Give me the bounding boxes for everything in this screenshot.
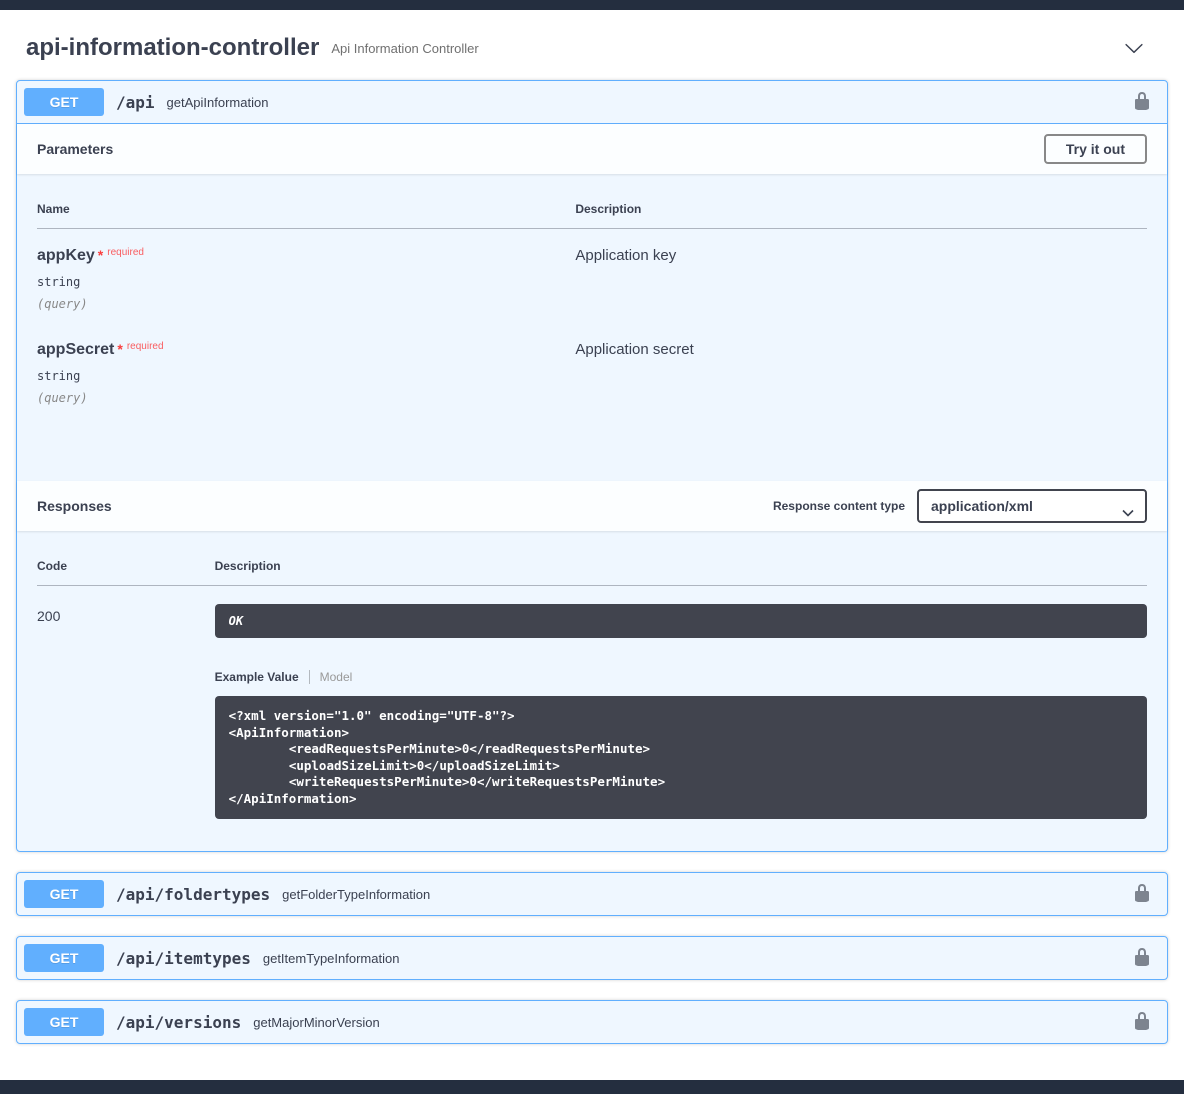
tag-subtitle: Api Information Controller [331,41,478,56]
auth-lock-button[interactable] [1124,881,1160,908]
lock-icon [1132,1011,1152,1034]
operation-block-get-itemtypes: GET /api/itemtypes getItemTypeInformatio… [16,936,1168,980]
operation-summary[interactable]: GET /api getApiInformation [17,81,1167,124]
operation-block-get-foldertypes: GET /api/foldertypes getFolderTypeInform… [16,872,1168,916]
parameters-section-header: Parameters Try it out [17,124,1167,174]
parameter-name: appSecret*required [37,341,575,359]
response-row: 200 OK Example Value Model <?xml version… [37,586,1147,832]
chevron-down-icon [1122,504,1134,520]
operation-summary-text: getApiInformation [167,95,269,110]
operation-block-get-versions: GET /api/versions getMajorMinorVersion [16,1000,1168,1044]
operation-summary-text: getFolderTypeInformation [282,887,430,902]
try-it-out-button[interactable]: Try it out [1044,134,1147,164]
response-content-type-select[interactable]: application/xml [917,489,1147,523]
parameter-description: Application secret [575,323,1147,417]
auth-lock-button[interactable] [1124,89,1160,116]
description-column-header: Description [575,194,1147,229]
required-asterisk: * [117,341,122,357]
parameter-description: Application key [575,229,1147,324]
selected-content-type: application/xml [931,498,1033,514]
response-content-type-label: Response content type [773,499,905,513]
example-model-tabs: Example Value Model [215,670,1147,684]
parameter-type: string [37,359,575,383]
operation-summary-text: getMajorMinorVersion [253,1015,379,1030]
parameter-location: (query) [37,289,575,311]
bottom-chrome-bar [0,1080,1184,1094]
responses-table: Code Description 200 OK Example Value Mo [37,551,1147,831]
get-method-badge: GET [24,88,104,116]
get-method-badge: GET [24,1008,104,1036]
operation-path: /api/foldertypes [116,885,270,904]
parameter-row: appSecret*required string (query) Applic… [37,323,1147,417]
parameter-row: appKey*required string (query) Applicati… [37,229,1147,324]
chevron-down-icon[interactable] [1124,38,1144,58]
lock-icon [1132,91,1152,114]
description-column-header: Description [215,551,1147,586]
operation-summary[interactable]: GET /api/itemtypes getItemTypeInformatio… [17,937,1167,979]
operation-path: /api [116,93,155,112]
operation-summary-text: getItemTypeInformation [263,951,400,966]
swagger-ui: api-information-controller Api Informati… [0,10,1184,1064]
top-chrome-bar [0,0,1184,10]
responses-title: Responses [37,498,112,514]
required-label: required [107,247,144,258]
parameters-title: Parameters [37,141,113,157]
responses-container: Code Description 200 OK Example Value Mo [17,531,1167,851]
parameters-table: Name Description appKey*required string … [37,194,1147,417]
operation-path: /api/itemtypes [116,949,251,968]
response-status-text: OK [215,604,1147,638]
auth-lock-button[interactable] [1124,1009,1160,1036]
parameter-type: string [37,265,575,289]
get-method-badge: GET [24,880,104,908]
tag-section-header[interactable]: api-information-controller Api Informati… [16,10,1168,80]
responses-section-header: Responses Response content type applicat… [17,481,1167,531]
response-code: 200 [37,586,215,832]
tab-model[interactable]: Model [310,670,353,684]
name-column-header: Name [37,194,575,229]
parameter-location: (query) [37,383,575,405]
tag-title: api-information-controller [26,34,319,62]
tab-example-value[interactable]: Example Value [215,670,310,684]
response-example-xml: <?xml version="1.0" encoding="UTF-8"?> <… [215,696,1147,819]
operation-body: Parameters Try it out Name Description [17,124,1167,851]
parameters-container: Name Description appKey*required string … [17,174,1167,481]
get-method-badge: GET [24,944,104,972]
required-label: required [127,341,164,352]
parameter-name: appKey*required [37,247,575,265]
auth-lock-button[interactable] [1124,945,1160,972]
code-column-header: Code [37,551,215,586]
operation-path: /api/versions [116,1013,241,1032]
response-content-type-group: Response content type application/xml [773,489,1147,523]
lock-icon [1132,947,1152,970]
required-asterisk: * [98,247,103,263]
operation-block-get-api: GET /api getApiInformation Parameters Tr… [16,80,1168,852]
operation-summary[interactable]: GET /api/versions getMajorMinorVersion [17,1001,1167,1043]
lock-icon [1132,883,1152,906]
operation-summary[interactable]: GET /api/foldertypes getFolderTypeInform… [17,873,1167,915]
